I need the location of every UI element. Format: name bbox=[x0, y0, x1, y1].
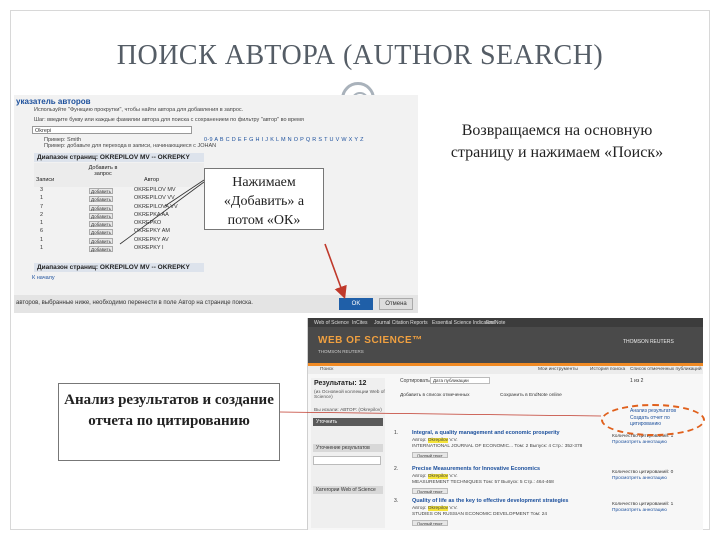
nav-history[interactable]: История поиска bbox=[590, 367, 625, 372]
record-title-link[interactable]: Quality of life as the key to effective … bbox=[412, 498, 602, 504]
abstract-link[interactable]: Просмотреть аннотацию bbox=[612, 508, 667, 513]
callout-return-search: Возвращаемся на основную страницу и нажи… bbox=[450, 122, 664, 161]
wos-results-list: Сортировать по: Дата публикации 1 из 2 Д… bbox=[390, 377, 700, 528]
author-highlight: Okrepilov bbox=[427, 474, 449, 479]
record-source: MEASUREMENT TECHNIQUES Том: 57 Выпуск: 5… bbox=[412, 480, 554, 485]
nav-marked[interactable]: Список отмеченных публикаций bbox=[630, 367, 702, 372]
refine-button[interactable]: Уточнить bbox=[313, 418, 383, 426]
author-highlight: Okrepilov bbox=[427, 506, 449, 511]
categories-heading: Категории Web of Science bbox=[313, 486, 383, 494]
full-text-button[interactable]: Полный текст bbox=[412, 520, 448, 526]
results-heading: Результаты: 12 bbox=[314, 380, 367, 387]
slide-title: ПОИСК АВТОРА (AUTHOR SEARCH) bbox=[116, 40, 604, 71]
table-row: 1 Добавить OKREPILOV VV bbox=[40, 195, 175, 203]
highlight-oval bbox=[601, 404, 705, 436]
author-index-title: указатель авторов bbox=[16, 97, 91, 106]
add-button[interactable]: Добавить bbox=[89, 204, 113, 211]
record-citations: Количество цитирований: 1 bbox=[612, 502, 674, 507]
results-query: Вы искали: АВТОР: (Okrepilov) bbox=[314, 408, 382, 413]
add-button[interactable]: Добавить bbox=[89, 212, 113, 219]
col-records: Записи bbox=[36, 177, 55, 183]
results-toolbar: Добавить в список отмеченных Сохранить в… bbox=[390, 392, 700, 400]
wos-brand-bar: WEB OF SCIENCE™ THOMSON REUTERS THOMSON … bbox=[308, 327, 703, 363]
record-source: INTERNATIONAL JOURNAL OF ECONOMIC... Том… bbox=[412, 444, 583, 449]
topnav-item[interactable]: Web of Science bbox=[314, 320, 349, 326]
page-range: Диапазон страниц: OKREPILOV MV -- OKREPK… bbox=[34, 263, 204, 272]
add-button[interactable]: Добавить bbox=[89, 221, 113, 228]
table-header: Записи Добавить в запрос Автор bbox=[34, 163, 204, 187]
author-index-example: Пример: добавьте для перехода в записи, … bbox=[44, 143, 217, 149]
ok-button[interactable]: OK bbox=[339, 298, 373, 310]
results-sub: (из Основной коллекции Web of Science) bbox=[314, 390, 385, 400]
record-author: Автор: Okrepilov V.V. bbox=[412, 506, 458, 511]
search-within-input[interactable] bbox=[313, 456, 381, 465]
wos-main-nav: Поиск Мои инструменты История поиска Спи… bbox=[308, 366, 703, 374]
col-add: Добавить в запрос bbox=[88, 165, 118, 177]
full-text-button[interactable]: Полный текст bbox=[412, 452, 448, 458]
table-row: 1 Добавить OKREPKO bbox=[40, 220, 162, 228]
table-row: 3 Добавить OKREPILOV MV bbox=[40, 187, 176, 194]
table-row: 7 Добавить OKREPILOVA VV bbox=[40, 203, 178, 211]
topnav-item[interactable]: EndNote bbox=[486, 320, 505, 326]
thomson-reuters-logo: THOMSON REUTERS bbox=[623, 339, 674, 345]
add-to-marked-button[interactable]: Добавить в список отмеченных bbox=[400, 393, 470, 398]
result-record: 2. Precise Measurements for Innovative E… bbox=[394, 466, 674, 494]
record-title-link[interactable]: Precise Measurements for Innovative Econ… bbox=[412, 466, 602, 472]
transfer-bar: авторов, выбранные ниже, необходимо пере… bbox=[14, 295, 418, 313]
alphabet-links[interactable]: 0-9 A B C D E F G H I J K L M N O P Q R … bbox=[204, 137, 364, 143]
page-range: Диапазон страниц: OKREPILOV MV -- OKREPK… bbox=[34, 153, 204, 162]
abstract-link[interactable]: Просмотреть аннотацию bbox=[612, 440, 667, 445]
callout-analysis: Анализ результатов и создание отчета по … bbox=[58, 383, 280, 461]
callout-add-ok: Нажимаем «Добавить» а потом «ОК» bbox=[204, 168, 324, 230]
transfer-hint: авторов, выбранные ниже, необходимо пере… bbox=[16, 300, 253, 306]
table-row: 2 Добавить OKREPKA AA bbox=[40, 211, 169, 219]
result-record: 3. Quality of life as the key to effecti… bbox=[394, 498, 674, 526]
author-index-desc: Используйте "Функцию прокрутки", чтобы н… bbox=[34, 107, 244, 113]
table-row: 6 Добавить OKREPKY AM bbox=[40, 228, 170, 236]
topnav-item[interactable]: InCites bbox=[352, 320, 368, 326]
refine-heading: Уточнение результатов bbox=[313, 444, 383, 452]
add-button[interactable]: Добавить bbox=[89, 246, 113, 253]
cancel-button[interactable]: Отмена bbox=[379, 298, 413, 310]
sort-select[interactable]: Дата публикации bbox=[430, 377, 490, 384]
wos-logo[interactable]: WEB OF SCIENCE™ bbox=[318, 335, 423, 346]
record-citations: Количество цитирований: 0 bbox=[612, 470, 674, 475]
table-row: 1 Добавить OKREPKY I bbox=[40, 245, 164, 253]
author-table: 3 Добавить OKREPILOV MV 1 Добавить OKREPILOV… bbox=[34, 187, 204, 253]
wos-logo-sub: THOMSON REUTERS bbox=[318, 349, 364, 354]
record-source: STUDIES ON RUSSIAN ECONOMIC DEVELOPMENT … bbox=[412, 512, 548, 517]
record-author: Автор: Okrepilov V.V. bbox=[412, 438, 458, 443]
author-index-desc: Шаг: введите букву или каждые фамилии ав… bbox=[34, 117, 304, 123]
pager[interactable]: 1 из 2 bbox=[630, 378, 643, 384]
table-row: 1 Добавить OKREPKY AV bbox=[40, 236, 169, 244]
col-author: Автор bbox=[144, 177, 160, 183]
back-to-top-link[interactable]: К началу bbox=[32, 275, 55, 281]
record-title-link[interactable]: Integral, a quality management and econo… bbox=[412, 430, 602, 436]
abstract-link[interactable]: Просмотреть аннотацию bbox=[612, 476, 667, 481]
author-search-input[interactable]: Okrepi bbox=[32, 126, 192, 134]
add-button[interactable]: Добавить bbox=[89, 188, 113, 194]
save-endnote-button[interactable]: Сохранить в EndNote online bbox=[500, 393, 562, 398]
nav-tools[interactable]: Мои инструменты bbox=[538, 367, 578, 372]
add-button[interactable]: Добавить bbox=[89, 229, 113, 236]
full-text-button[interactable]: Полный текст bbox=[412, 488, 448, 494]
add-button[interactable]: Добавить bbox=[89, 196, 113, 203]
add-button[interactable]: Добавить bbox=[89, 237, 113, 244]
nav-search[interactable]: Поиск bbox=[320, 367, 333, 372]
record-author: Автор: Okrepilov V.V. bbox=[412, 474, 458, 479]
wos-sidebar: Результаты: 12 (из Основной коллекции We… bbox=[311, 378, 385, 528]
wos-top-nav: Web of Science InCites Journal Citation … bbox=[308, 318, 703, 327]
topnav-item[interactable]: Journal Citation Reports bbox=[374, 320, 428, 326]
author-highlight: Okrepilov bbox=[427, 438, 449, 443]
